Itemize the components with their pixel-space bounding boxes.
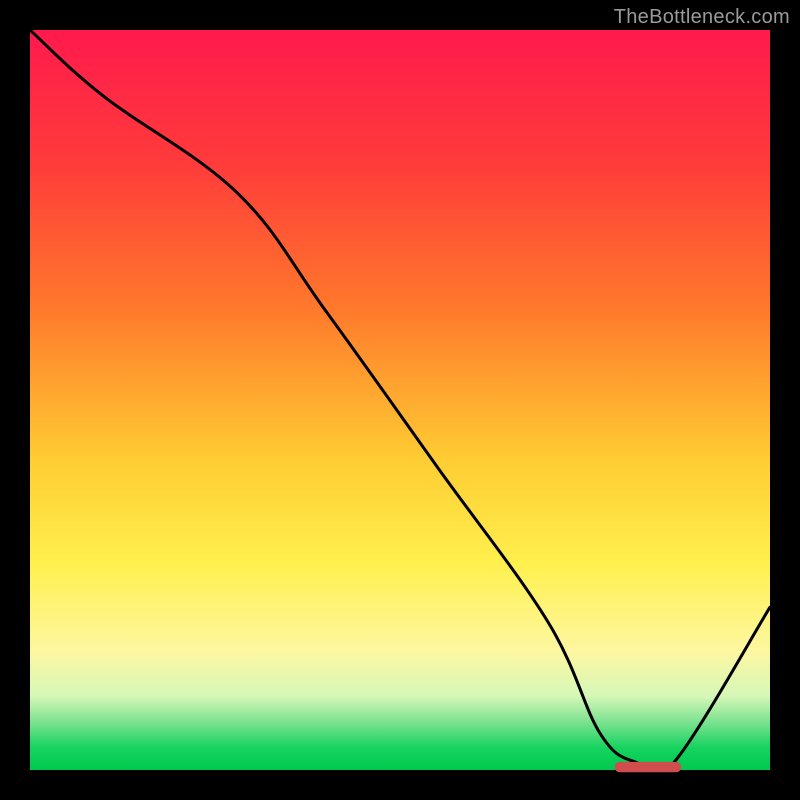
- watermark-text: TheBottleneck.com: [614, 6, 790, 29]
- chart-stage: TheBottleneck.com: [0, 0, 800, 800]
- marker-layer: [30, 30, 770, 770]
- optimal-marker: [615, 762, 682, 772]
- plot-area: [30, 30, 770, 770]
